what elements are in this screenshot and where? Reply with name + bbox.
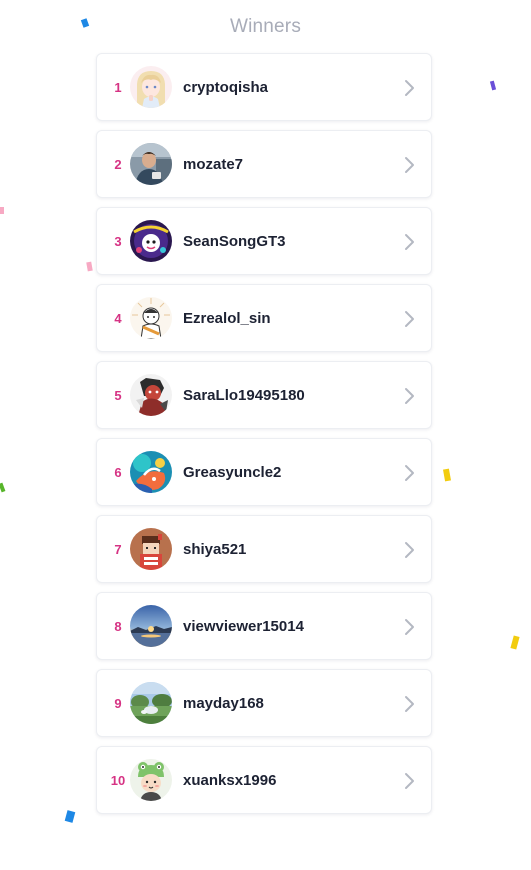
sunset-lake-avatar <box>130 605 172 647</box>
winner-row[interactable]: 5 SaraLlo19495180 <box>96 361 432 429</box>
winner-rank: 9 <box>114 696 122 711</box>
winner-username: Ezrealol_sin <box>183 310 271 327</box>
winner-row[interactable]: 4 Ezrealol_sin <box>96 284 432 352</box>
winner-username: cryptoqisha <box>183 79 269 96</box>
colorful-art-avatar <box>130 451 172 493</box>
confetti-piece <box>510 635 520 650</box>
winner-username: SaraLlo19495180 <box>183 387 305 404</box>
winner-rank: 5 <box>114 388 122 403</box>
park-photo-avatar <box>130 682 172 724</box>
confetti-piece <box>489 80 497 91</box>
winner-row[interactable]: 6 Greasyuncle2 <box>96 438 432 506</box>
page-title: Winners <box>229 16 302 37</box>
chevron-right-icon <box>405 157 414 173</box>
winner-username: mozate7 <box>183 156 244 173</box>
winner-row[interactable]: 1 cryptoqisha <box>96 53 432 121</box>
chevron-right-icon <box>405 696 414 712</box>
winner-rank: 8 <box>114 619 122 634</box>
confetti-piece <box>64 810 76 823</box>
winner-row[interactable]: 7 shiya521 <box>96 515 432 583</box>
winner-username: SeanSongGT3 <box>183 233 286 250</box>
chevron-right-icon <box>405 388 414 404</box>
winners-list: 1 cryptoqisha 2 mozate7 3 SeanSongGT3 4 … <box>96 53 432 823</box>
anime-girl-avatar <box>130 66 172 108</box>
chevron-right-icon <box>405 773 414 789</box>
red-character-avatar <box>130 374 172 416</box>
winner-username: shiya521 <box>183 541 247 558</box>
winner-rank: 7 <box>114 542 122 557</box>
winner-username: mayday168 <box>183 695 264 712</box>
winner-username: Greasyuncle2 <box>183 464 282 481</box>
purple-emblem-avatar <box>130 220 172 262</box>
winner-row[interactable]: 10 xuanksx1996 <box>96 746 432 814</box>
winner-rank: 4 <box>114 311 122 326</box>
winner-rank: 3 <box>114 234 122 249</box>
winner-rank: 6 <box>114 465 122 480</box>
winner-row[interactable]: 2 mozate7 <box>96 130 432 198</box>
winner-rank: 2 <box>114 157 122 172</box>
confetti-piece <box>86 261 93 272</box>
chevron-right-icon <box>405 234 414 250</box>
pixel-character-avatar <box>130 528 172 570</box>
winner-row[interactable]: 8 viewviewer15014 <box>96 592 432 660</box>
chevron-right-icon <box>405 311 414 327</box>
winner-rank: 10 <box>110 773 126 788</box>
winner-row[interactable]: 9 mayday168 <box>96 669 432 737</box>
confetti-piece <box>0 207 4 214</box>
cartoon-boy-avatar <box>130 297 172 339</box>
winner-rank: 1 <box>114 80 122 95</box>
man-photo-avatar <box>130 143 172 185</box>
chevron-right-icon <box>405 80 414 96</box>
winner-row[interactable]: 3 SeanSongGT3 <box>96 207 432 275</box>
winner-username: viewviewer15014 <box>183 618 304 635</box>
chevron-right-icon <box>405 542 414 558</box>
winner-username: xuanksx1996 <box>183 772 277 789</box>
chevron-right-icon <box>405 465 414 481</box>
frog-hat-avatar <box>130 759 172 801</box>
confetti-piece <box>443 468 451 482</box>
confetti-piece <box>0 482 6 493</box>
chevron-right-icon <box>405 619 414 635</box>
